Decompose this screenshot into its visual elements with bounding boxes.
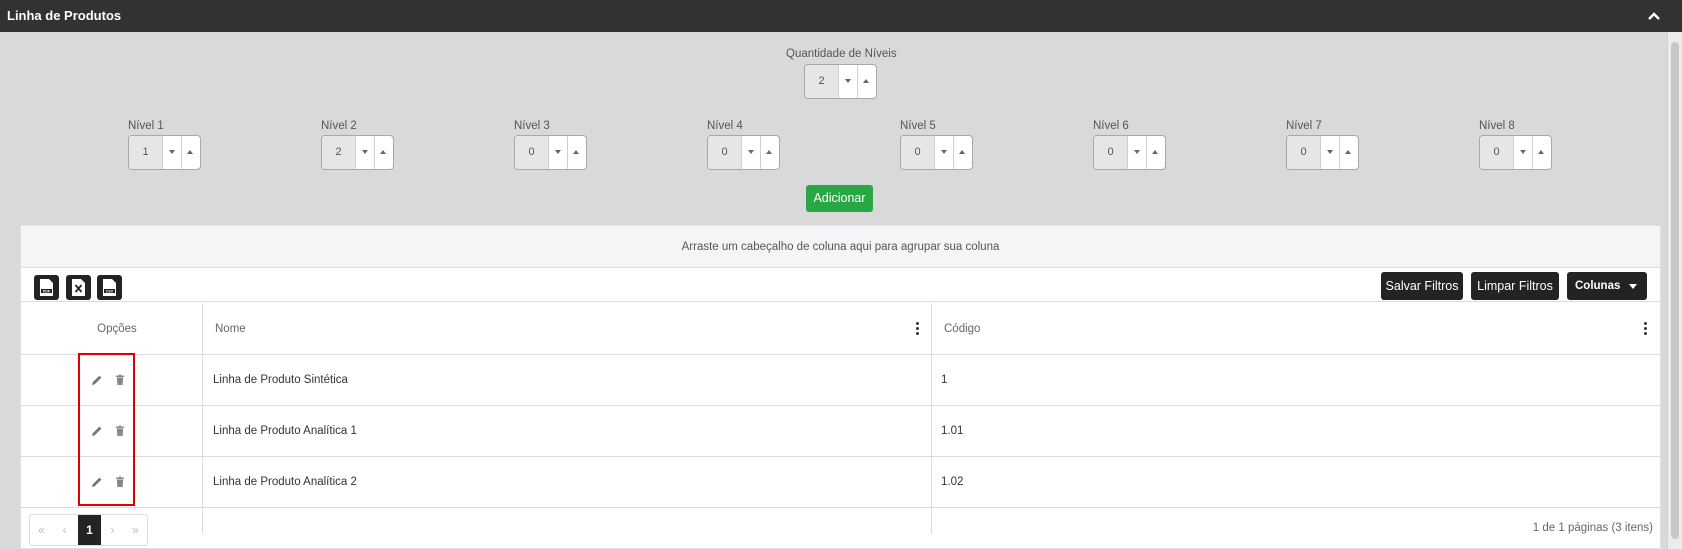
level-3-label: Nível 3 xyxy=(514,120,550,132)
level-4-label: Nível 4 xyxy=(707,120,743,132)
level-value[interactable]: 0 xyxy=(901,136,934,169)
increment-icon[interactable] xyxy=(375,136,393,169)
group-panel[interactable]: Arraste um cabeçalho de coluna aqui para… xyxy=(21,226,1660,268)
level-value[interactable]: 0 xyxy=(1480,136,1513,169)
level-6-label: Nível 6 xyxy=(1093,120,1129,132)
level-5-label: Nível 5 xyxy=(900,120,936,132)
svg-text:PDF: PDF xyxy=(43,289,51,293)
code-cell: 1.01 xyxy=(941,425,964,437)
grid-toolbar: PDF CSV Salvar Filtros Limpar Filtros Co… xyxy=(21,268,1660,302)
code-cell: 1 xyxy=(941,374,948,386)
increment-icon[interactable] xyxy=(954,136,972,169)
level-7-stepper[interactable]: 0 xyxy=(1286,135,1359,170)
page-scrollbar[interactable] xyxy=(1667,32,1682,549)
panel-title: Linha de Produtos xyxy=(7,8,122,23)
panel-header: Linha de Produtos xyxy=(0,0,1682,32)
decrement-icon[interactable] xyxy=(548,136,568,169)
decrement-icon[interactable] xyxy=(1127,136,1147,169)
scrollbar-thumb[interactable] xyxy=(1671,42,1679,539)
decrement-icon[interactable] xyxy=(1513,136,1533,169)
level-8-label: Nível 8 xyxy=(1479,120,1515,132)
options-highlight-box xyxy=(78,353,135,506)
name-cell: Linha de Produto Analítica 2 xyxy=(213,476,357,488)
increment-icon[interactable] xyxy=(1340,136,1358,169)
level-7-label: Nível 7 xyxy=(1286,120,1322,132)
level-value[interactable]: 0 xyxy=(1287,136,1320,169)
export-pdf-button[interactable]: PDF xyxy=(34,275,59,300)
increment-icon[interactable] xyxy=(858,65,876,98)
data-grid: Arraste um cabeçalho de coluna aqui para… xyxy=(20,225,1661,549)
first-page-button[interactable]: « xyxy=(30,515,53,545)
export-csv-button[interactable]: CSV xyxy=(97,275,122,300)
level-2-stepper[interactable]: 2 xyxy=(321,135,394,170)
level-2-label: Nível 2 xyxy=(321,120,357,132)
svg-text:CSV: CSV xyxy=(106,289,114,293)
level-value[interactable]: 2 xyxy=(322,136,355,169)
level-1-stepper[interactable]: 1 xyxy=(128,135,201,170)
name-cell: Linha de Produto Sintética xyxy=(213,374,348,386)
column-header-code[interactable]: Código xyxy=(944,303,980,355)
columns-label: Colunas xyxy=(1575,280,1621,292)
page-1-button[interactable]: 1 xyxy=(78,515,101,545)
level-4-stepper[interactable]: 0 xyxy=(707,135,780,170)
column-divider xyxy=(931,303,932,534)
pdf-file-icon: PDF xyxy=(40,279,53,296)
decrement-icon[interactable] xyxy=(355,136,375,169)
clear-filters-button[interactable]: Limpar Filtros xyxy=(1471,272,1559,300)
level-value[interactable]: 0 xyxy=(708,136,741,169)
increment-icon[interactable] xyxy=(568,136,586,169)
caret-down-icon xyxy=(1629,284,1637,289)
level-value[interactable]: 0 xyxy=(1094,136,1127,169)
level-8-stepper[interactable]: 0 xyxy=(1479,135,1552,170)
increment-icon[interactable] xyxy=(182,136,200,169)
level-5-stepper[interactable]: 0 xyxy=(900,135,973,170)
table-row[interactable]: Linha de Produto Sintética 1 xyxy=(21,355,1660,406)
decrement-icon[interactable] xyxy=(741,136,761,169)
column-header-name[interactable]: Nome xyxy=(215,303,246,355)
level-6-stepper[interactable]: 0 xyxy=(1093,135,1166,170)
columns-dropdown[interactable]: Colunas xyxy=(1567,272,1647,300)
column-divider xyxy=(202,303,203,534)
chevron-up-icon[interactable] xyxy=(1644,6,1664,26)
pagination-info: 1 de 1 páginas (3 itens) xyxy=(1532,522,1653,534)
table-row[interactable]: Linha de Produto Analítica 2 1.02 xyxy=(21,457,1660,508)
pagination: « ‹ 1 › » xyxy=(29,514,148,546)
decrement-icon[interactable] xyxy=(1320,136,1340,169)
decrement-icon[interactable] xyxy=(838,65,858,98)
name-column-menu-icon[interactable] xyxy=(916,322,920,336)
increment-icon[interactable] xyxy=(1147,136,1165,169)
add-button[interactable]: Adicionar xyxy=(806,185,873,212)
csv-file-icon: CSV xyxy=(103,279,116,296)
code-cell: 1.02 xyxy=(941,476,964,488)
table-header: Opções Nome Código xyxy=(21,303,1660,355)
last-page-button[interactable]: » xyxy=(124,515,147,545)
level-3-stepper[interactable]: 0 xyxy=(514,135,587,170)
table-row[interactable]: Linha de Produto Analítica 1 1.01 xyxy=(21,406,1660,457)
increment-icon[interactable] xyxy=(761,136,779,169)
level-value[interactable]: 0 xyxy=(515,136,548,169)
decrement-icon[interactable] xyxy=(162,136,182,169)
increment-icon[interactable] xyxy=(1533,136,1551,169)
decrement-icon[interactable] xyxy=(934,136,954,169)
levels-count-value[interactable]: 2 xyxy=(805,65,838,98)
levels-count-stepper[interactable]: 2 xyxy=(804,64,877,99)
name-cell: Linha de Produto Analítica 1 xyxy=(213,425,357,437)
prev-page-button[interactable]: ‹ xyxy=(53,515,76,545)
levels-count-label: Quantidade de Níveis xyxy=(786,48,897,60)
next-page-button[interactable]: › xyxy=(101,515,124,545)
excel-file-icon xyxy=(72,279,85,296)
save-filters-button[interactable]: Salvar Filtros xyxy=(1381,272,1463,300)
column-header-options: Opções xyxy=(97,323,137,335)
export-excel-button[interactable] xyxy=(66,275,91,300)
code-column-menu-icon[interactable] xyxy=(1644,322,1648,336)
level-1-label: Nível 1 xyxy=(128,120,164,132)
level-value[interactable]: 1 xyxy=(129,136,162,169)
